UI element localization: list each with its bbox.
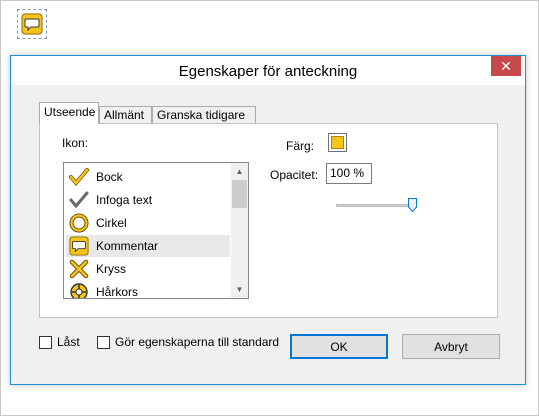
cancel-button[interactable]: Avbryt: [402, 334, 500, 359]
make-default-checkbox[interactable]: Gör egenskaperna till standard: [97, 335, 279, 349]
tab-allmant[interactable]: Allmänt: [99, 106, 152, 123]
list-item-bock[interactable]: Bock: [66, 166, 230, 188]
tab-granska-tidigare[interactable]: Granska tidigare: [152, 106, 256, 123]
list-item-kommentar[interactable]: Kommentar: [66, 235, 230, 257]
close-button[interactable]: ✕: [491, 56, 521, 76]
list-item-infoga-text[interactable]: Infoga text: [66, 189, 230, 211]
circle-icon: [68, 212, 90, 234]
scroll-down-icon[interactable]: ▼: [231, 281, 248, 298]
comment-icon: [68, 235, 90, 257]
close-icon: ✕: [500, 57, 512, 74]
list-item-label: Kommentar: [96, 239, 159, 253]
list-item-label: Kryss: [96, 262, 126, 276]
note-properties-dialog: Egenskaper för anteckning ✕ Utseende All…: [10, 55, 526, 385]
icon-label: Ikon:: [62, 136, 89, 150]
list-item-label: Hårkors: [96, 285, 139, 299]
list-item-kryss[interactable]: Kryss: [66, 258, 230, 280]
list-item-label: Bock: [96, 170, 123, 184]
cross-icon: [68, 258, 90, 280]
icon-listbox[interactable]: Bock Infoga text Cirkel Kommentar Kryss …: [63, 162, 249, 299]
list-item-cirkel[interactable]: Cirkel: [66, 212, 230, 234]
tab-utseende[interactable]: Utseende: [39, 102, 99, 124]
list-item-label: Cirkel: [96, 216, 127, 230]
tab-allmant-label: Allmänt: [104, 108, 145, 122]
locked-label: Låst: [57, 335, 80, 349]
dialog-title: Egenskaper för anteckning: [178, 63, 358, 80]
ok-button-label: OK: [330, 339, 348, 354]
opacity-label: Opacitet:: [270, 168, 319, 182]
opacity-slider-track[interactable]: [336, 204, 412, 207]
make-default-label: Gör egenskaperna till standard: [115, 335, 280, 349]
make-default-checkbox-box[interactable]: [97, 335, 110, 349]
appearance-panel: Ikon: Bock Infoga text Cirkel Kommentar …: [39, 123, 498, 318]
opacity-input[interactable]: 100 %: [326, 163, 372, 184]
tab-utseende-label: Utseende: [44, 105, 96, 119]
opacity-slider-thumb[interactable]: [408, 198, 417, 213]
cancel-button-label: Avbryt: [434, 339, 468, 354]
color-swatch-fill: [331, 136, 344, 149]
scroll-up-icon[interactable]: ▲: [231, 163, 248, 180]
list-item-harkors[interactable]: Hårkors: [66, 281, 230, 299]
checkmark-yellow-icon: [68, 166, 90, 188]
ok-button[interactable]: OK: [290, 334, 388, 359]
scroll-thumb[interactable]: [232, 180, 247, 208]
icon-list-scrollbar[interactable]: ▲ ▼: [231, 163, 248, 298]
color-picker-button[interactable]: [328, 133, 347, 152]
list-item-label: Infoga text: [96, 193, 153, 207]
annotation-comment-icon[interactable]: [17, 9, 47, 39]
tab-granska-label: Granska tidigare: [157, 108, 246, 122]
color-label: Färg:: [286, 139, 315, 153]
dialog-titlebar: Egenskaper för anteckning ✕: [11, 56, 525, 85]
locked-checkbox[interactable]: Låst: [39, 335, 80, 349]
locked-checkbox-box[interactable]: [39, 335, 52, 349]
comment-icon: [21, 13, 43, 35]
crosshair-icon: [68, 281, 90, 298]
checkmark-gray-icon: [68, 189, 90, 211]
